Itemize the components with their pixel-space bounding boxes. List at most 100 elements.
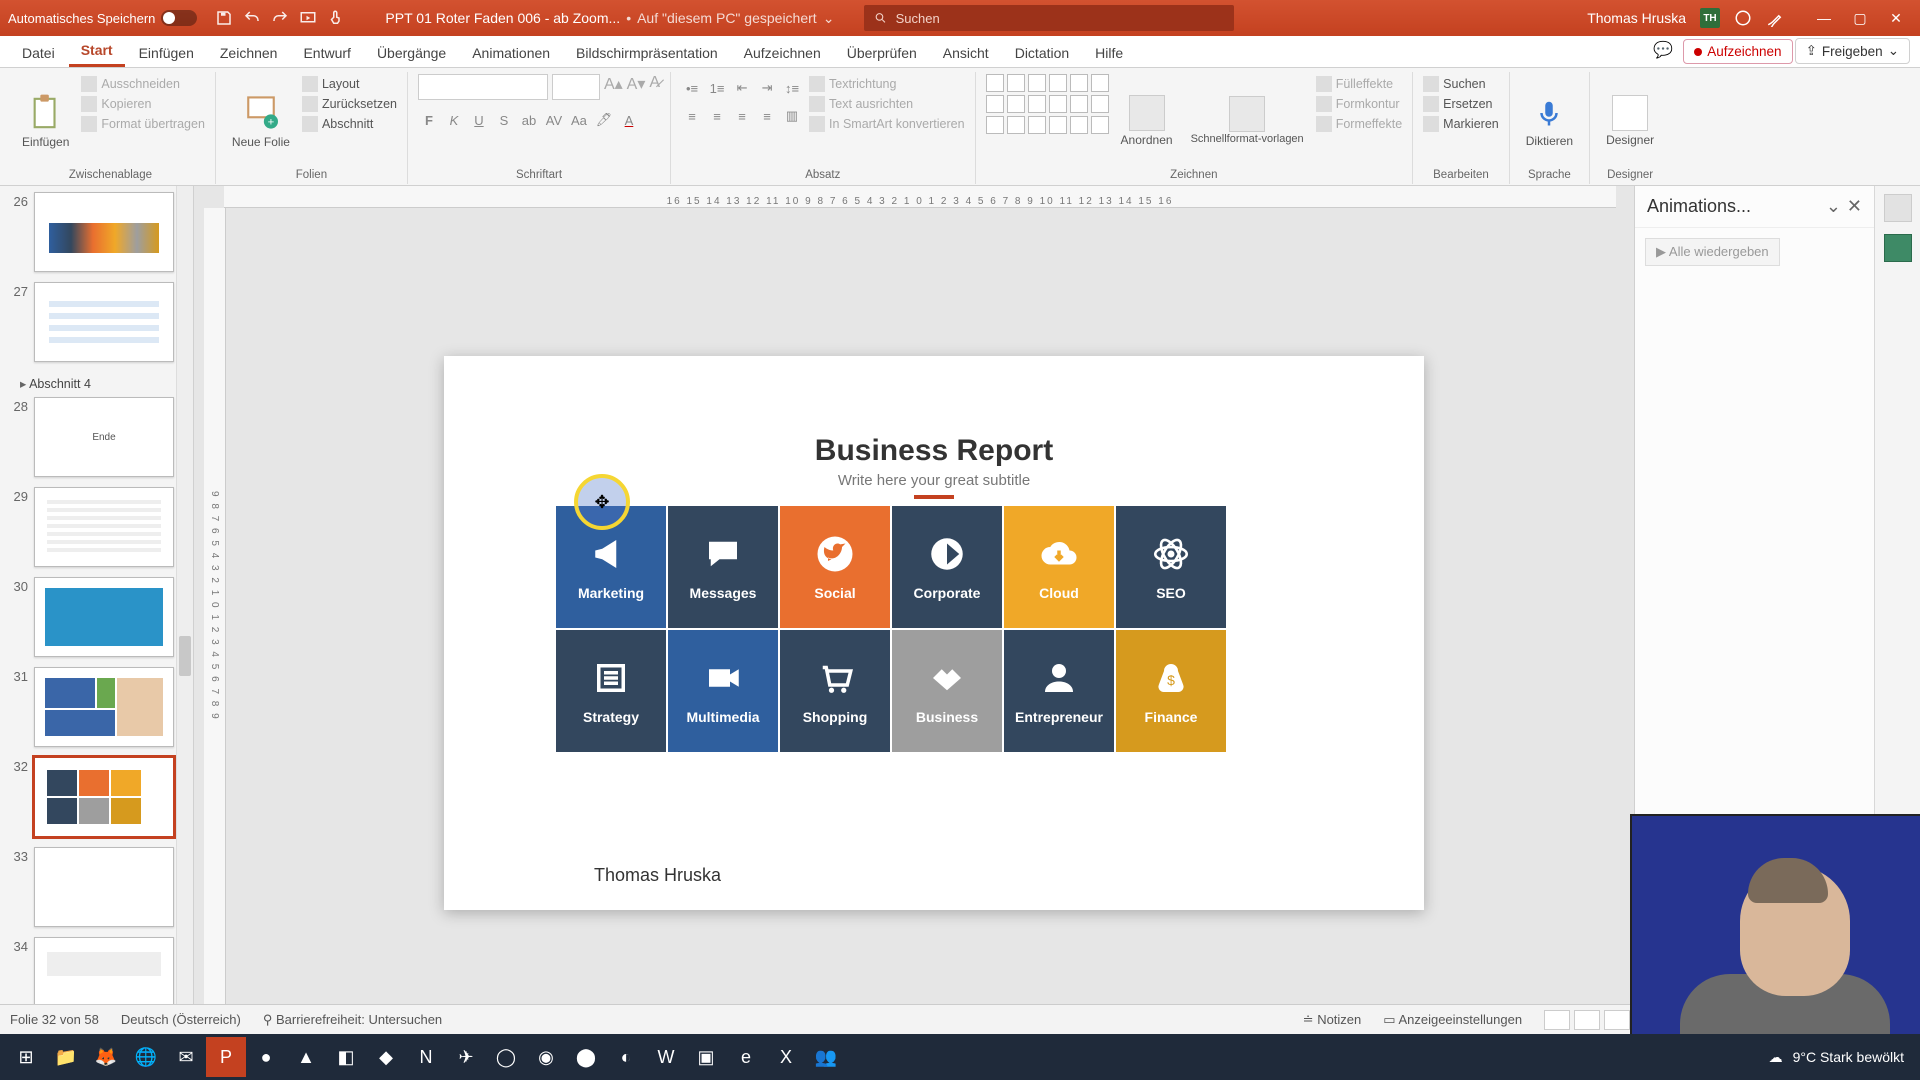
tab-entwurf[interactable]: Entwurf [291, 39, 362, 67]
sorter-view-button[interactable] [1574, 1010, 1600, 1030]
chevron-down-icon[interactable]: ⌄ [823, 10, 835, 27]
paste-button[interactable]: Einfügen [16, 74, 75, 167]
section-header[interactable]: Abschnitt 4 [6, 372, 185, 397]
tb-word-icon[interactable]: W [646, 1037, 686, 1077]
quick-styles-button[interactable]: Schnellformat-vorlagen [1185, 74, 1310, 167]
play-all-button[interactable]: ▶ Alle wiedergeben [1645, 238, 1780, 266]
touch-mode-icon[interactable] [327, 9, 345, 27]
align-text-button[interactable]: Text ausrichten [809, 94, 964, 114]
increase-font-icon[interactable]: A▴ [604, 74, 623, 100]
justify-button[interactable]: ≡ [756, 106, 778, 126]
draw-icon[interactable] [1766, 9, 1784, 27]
maximize-button[interactable]: ▢ [1844, 8, 1876, 28]
record-button[interactable]: Aufzeichnen [1683, 39, 1792, 64]
close-button[interactable]: ✕ [1880, 8, 1912, 28]
thumbnail-scrollbar[interactable] [176, 186, 193, 1004]
tile-corporate[interactable]: Corporate [892, 506, 1002, 628]
tb-excel-icon[interactable]: X [766, 1037, 806, 1077]
thumb-31[interactable]: 31 [6, 667, 185, 747]
slide-counter[interactable]: Folie 32 von 58 [10, 1012, 99, 1027]
tb-onenote-icon[interactable]: N [406, 1037, 446, 1077]
tile-social[interactable]: Social [780, 506, 890, 628]
undo-icon[interactable] [243, 9, 261, 27]
tb-teams-icon[interactable]: 👥 [806, 1037, 846, 1077]
arrange-button[interactable]: Anordnen [1115, 74, 1179, 167]
slide[interactable]: Business Report Write here your great su… [444, 356, 1424, 910]
accessibility-check[interactable]: ⚲ Barrierefreiheit: Untersuchen [263, 1012, 442, 1028]
slideshow-start-icon[interactable] [299, 9, 317, 27]
toggle-off-icon[interactable] [161, 10, 197, 26]
find-button[interactable]: Suchen [1423, 74, 1499, 94]
tab-animationen[interactable]: Animationen [460, 39, 562, 67]
comments-button[interactable]: 💬 [1645, 36, 1681, 64]
cut-button[interactable]: Ausschneiden [81, 74, 205, 94]
shape-outline-button[interactable]: Formkontur [1316, 94, 1402, 114]
new-slide-button[interactable]: + Neue Folie [226, 74, 296, 167]
chevron-down-icon[interactable]: ⌄ [1826, 196, 1841, 217]
format-painter-button[interactable]: Format übertragen [81, 114, 205, 134]
search-box[interactable] [864, 5, 1234, 31]
section-button[interactable]: Abschnitt [302, 114, 397, 134]
tb-chrome-icon[interactable]: 🌐 [126, 1037, 166, 1077]
tb-app2-icon[interactable]: ◧ [326, 1037, 366, 1077]
tab-datei[interactable]: Datei [10, 39, 67, 67]
decrease-font-icon[interactable]: A▾ [627, 74, 646, 100]
tile-cloud[interactable]: Cloud [1004, 506, 1114, 628]
select-button[interactable]: Markieren [1423, 114, 1499, 134]
search-input[interactable] [896, 11, 1225, 26]
user-name[interactable]: Thomas Hruska [1587, 10, 1686, 26]
tile-multimedia[interactable]: Multimedia [668, 630, 778, 752]
tab-dictation[interactable]: Dictation [1003, 39, 1081, 67]
align-center-button[interactable]: ≡ [706, 106, 728, 126]
sidebar-tool-1[interactable] [1884, 194, 1912, 222]
tab-einfuegen[interactable]: Einfügen [127, 39, 206, 67]
tile-messages[interactable]: Messages [668, 506, 778, 628]
tab-zeichnen[interactable]: Zeichnen [208, 39, 290, 67]
tb-app5-icon[interactable]: ◉ [526, 1037, 566, 1077]
display-settings-button[interactable]: ▭ Anzeigeeinstellungen [1383, 1012, 1522, 1028]
tb-app-icon[interactable]: ● [246, 1037, 286, 1077]
font-size-input[interactable] [552, 74, 600, 100]
tb-app6-icon[interactable]: ◐ [606, 1037, 646, 1077]
tile-finance[interactable]: $Finance [1116, 630, 1226, 752]
bold-button[interactable]: F [418, 110, 440, 130]
tile-shopping[interactable]: Shopping [780, 630, 890, 752]
thumb-32[interactable]: 32 [6, 757, 185, 837]
italic-button[interactable]: K [443, 110, 465, 130]
shapes-gallery[interactable] [986, 74, 1109, 167]
system-tray[interactable]: ☁ 9°C Stark bewölkt [1769, 1049, 1914, 1066]
tb-app3-icon[interactable]: ◆ [366, 1037, 406, 1077]
tab-bildschirm[interactable]: Bildschirmpräsentation [564, 39, 730, 67]
indent-inc-button[interactable]: ⇥ [756, 78, 778, 98]
tb-vlc-icon[interactable]: ▲ [286, 1037, 326, 1077]
tb-obs-icon[interactable]: ⬤ [566, 1037, 606, 1077]
slide-title[interactable]: Business Report [444, 356, 1424, 468]
copy-button[interactable]: Kopieren [81, 94, 205, 114]
tb-edge-icon[interactable]: e [726, 1037, 766, 1077]
clear-format-icon[interactable]: A̷ [649, 74, 660, 100]
normal-view-button[interactable] [1544, 1010, 1570, 1030]
tb-explorer-icon[interactable]: 📁 [46, 1037, 86, 1077]
dictate-button[interactable]: Diktieren [1520, 74, 1579, 167]
tab-ansicht[interactable]: Ansicht [931, 39, 1001, 67]
language-indicator[interactable]: Deutsch (Österreich) [121, 1012, 241, 1027]
slide-canvas-area[interactable]: 16 15 14 13 12 11 10 9 8 7 6 5 4 3 2 1 0… [194, 186, 1634, 1004]
minimize-button[interactable]: — [1808, 8, 1840, 28]
coming-soon-icon[interactable] [1734, 9, 1752, 27]
strike-button[interactable]: S [493, 110, 515, 130]
sidebar-tool-2[interactable] [1884, 234, 1912, 262]
thumb-26[interactable]: 26 [6, 192, 185, 272]
designer-button[interactable]: Designer [1600, 74, 1660, 167]
tb-app7-icon[interactable]: ▣ [686, 1037, 726, 1077]
align-left-button[interactable]: ≡ [681, 106, 703, 126]
smartart-button[interactable]: In SmartArt konvertieren [809, 114, 964, 134]
tile-seo[interactable]: SEO [1116, 506, 1226, 628]
indent-dec-button[interactable]: ⇤ [731, 78, 753, 98]
shadow-button[interactable]: ab [518, 110, 540, 130]
bullets-button[interactable]: •≡ [681, 78, 703, 98]
tab-aufzeichnen[interactable]: Aufzeichnen [732, 39, 833, 67]
tab-start[interactable]: Start [69, 36, 125, 67]
tab-hilfe[interactable]: Hilfe [1083, 39, 1135, 67]
highlight-button[interactable]: 🖊 [593, 110, 615, 130]
autosave-toggle[interactable]: Automatisches Speichern [8, 10, 197, 26]
